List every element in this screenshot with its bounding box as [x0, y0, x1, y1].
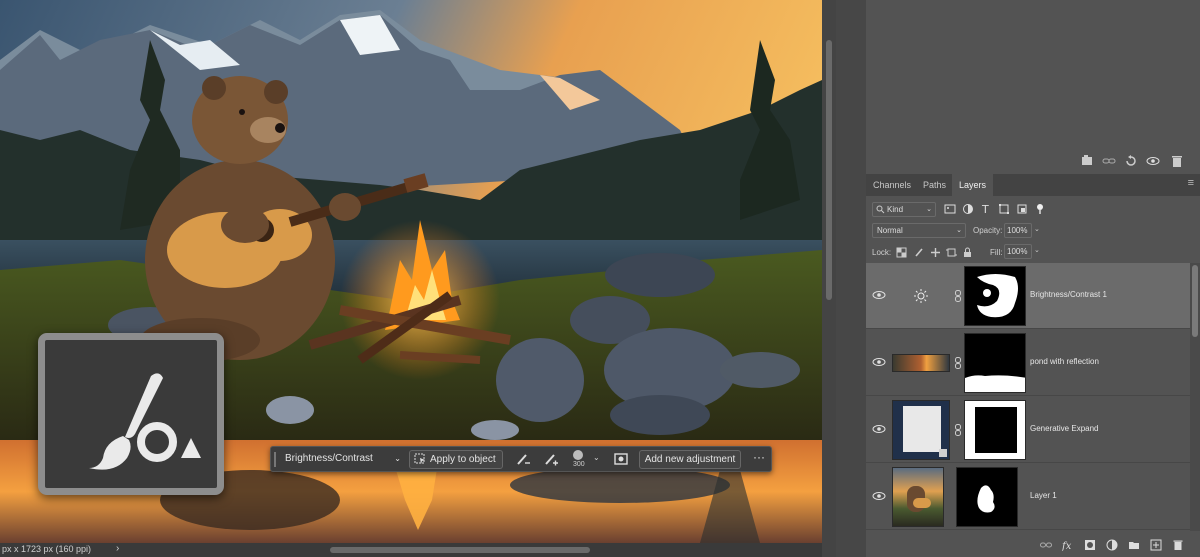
- svg-text:T: T: [981, 203, 989, 215]
- adjustment-icon[interactable]: [1106, 539, 1118, 551]
- chevron-down-icon: ⌄: [926, 206, 932, 213]
- trash-icon[interactable]: [1170, 154, 1184, 168]
- filter-pixel-icon[interactable]: [944, 203, 956, 215]
- layer-thumbnail[interactable]: [892, 400, 950, 460]
- tab-channels[interactable]: Channels: [866, 174, 918, 196]
- chevron-down-icon: ⌄: [956, 227, 962, 234]
- layer-row[interactable]: Layer 1: [866, 464, 1190, 530]
- apply-to-object-label: Apply to object: [430, 454, 496, 465]
- eye-icon[interactable]: [872, 424, 886, 434]
- eye-icon[interactable]: [872, 491, 886, 501]
- mask-icon[interactable]: [1084, 539, 1096, 551]
- document-size-status: px x 1723 px (160 ppi): [2, 544, 92, 554]
- filter-toggle-icon[interactable]: [1034, 203, 1046, 215]
- layers-footer-toolbar: fx: [1040, 539, 1196, 553]
- lock-artboard-icon[interactable]: [946, 247, 957, 258]
- sun-icon: [914, 289, 928, 303]
- chevron-down-icon: ⌄: [394, 454, 401, 463]
- link-icon[interactable]: [954, 357, 962, 369]
- vertical-scrollbar-track: [822, 0, 836, 557]
- add-new-adjustment-button[interactable]: Add new adjustment: [639, 450, 741, 469]
- layer-row[interactable]: pond with reflection: [866, 330, 1190, 396]
- brush-tool-logo: [38, 333, 224, 495]
- more-options-button[interactable]: ···: [751, 450, 767, 468]
- svg-text:fx: fx: [1062, 541, 1072, 551]
- filter-adjustment-icon[interactable]: [962, 203, 974, 215]
- blend-mode-select[interactable]: Normal ⌄: [872, 223, 966, 238]
- link-icon[interactable]: [954, 290, 962, 302]
- layer-row[interactable]: Generative Expand: [866, 397, 1190, 463]
- layer-mask-thumbnail[interactable]: [964, 400, 1026, 460]
- blend-mode-value: Normal: [877, 226, 903, 235]
- taskbar-grip[interactable]: [274, 452, 276, 467]
- brush-size-icon[interactable]: [571, 448, 585, 462]
- brush-add-icon[interactable]: [543, 451, 559, 467]
- link-layers-icon[interactable]: [1040, 539, 1052, 551]
- layer-name[interactable]: Generative Expand: [1030, 424, 1099, 433]
- brush-subtract-icon[interactable]: [515, 451, 531, 467]
- layer-row[interactable]: Brightness/Contrast 1: [866, 263, 1190, 329]
- lock-position-icon[interactable]: [930, 247, 941, 258]
- filter-shape-icon[interactable]: [998, 203, 1010, 215]
- upper-panel-toolbar: [1080, 154, 1192, 170]
- adjustment-type-select[interactable]: Brightness/Contrast ⌄: [281, 450, 405, 468]
- layer-name[interactable]: Brightness/Contrast 1: [1030, 290, 1107, 299]
- link-icon[interactable]: [954, 424, 962, 436]
- eye-icon[interactable]: [1146, 154, 1160, 168]
- mask-options-icon[interactable]: [613, 451, 629, 467]
- panel-tab-bar: Channels Paths Layers ≡: [866, 174, 1200, 196]
- status-expand-arrow[interactable]: ›: [116, 543, 119, 554]
- layer-name[interactable]: pond with reflection: [1030, 357, 1099, 366]
- select-object-icon: [414, 453, 425, 464]
- fill-input[interactable]: 100%: [1004, 244, 1032, 259]
- contextual-task-bar: Brightness/Contrast ⌄ Apply to object 30…: [270, 446, 772, 472]
- layer-thumbnail[interactable]: [892, 354, 950, 372]
- document-canvas[interactable]: Brightness/Contrast ⌄ Apply to object 30…: [0, 0, 822, 543]
- brush-tool-icon: [89, 373, 201, 470]
- layer-thumbnail[interactable]: [892, 467, 944, 527]
- new-layer-icon[interactable]: [1150, 539, 1162, 551]
- fx-icon[interactable]: fx: [1062, 539, 1074, 551]
- lock-all-icon[interactable]: [962, 247, 973, 258]
- lock-image-pixels-icon[interactable]: [914, 247, 925, 258]
- layer-filter-select[interactable]: Kind ⌄: [872, 202, 936, 217]
- layers-scrollbar-track: [1190, 263, 1200, 531]
- status-bar: px x 1723 px (160 ppi) ›: [0, 543, 822, 557]
- opacity-input[interactable]: 100%: [1004, 223, 1032, 238]
- filter-type-icon[interactable]: T: [980, 203, 992, 215]
- link-chain-icon[interactable]: [1102, 154, 1116, 168]
- upper-panel: [866, 0, 1200, 172]
- brush-size-value: 300: [573, 461, 585, 468]
- panel-menu-icon[interactable]: ≡: [1188, 177, 1194, 189]
- layer-mask-thumbnail[interactable]: [956, 467, 1018, 527]
- horizontal-scrollbar[interactable]: [330, 547, 590, 553]
- filter-kind-label: Kind: [887, 205, 904, 214]
- vertical-scrollbar[interactable]: [826, 40, 832, 300]
- layers-scrollbar[interactable]: [1192, 265, 1198, 337]
- trash-icon[interactable]: [1172, 539, 1184, 551]
- fill-label: Fill:: [990, 248, 1003, 257]
- lock-transparent-pixels-icon[interactable]: [896, 247, 907, 258]
- chevron-down-icon[interactable]: ⌄: [1034, 246, 1040, 254]
- panel-icon-strip: [836, 0, 866, 557]
- search-icon: [876, 205, 885, 214]
- folder-icon[interactable]: [1128, 539, 1140, 551]
- filter-smart-object-icon[interactable]: [1016, 203, 1028, 215]
- layer-mask-thumbnail[interactable]: [964, 266, 1026, 326]
- apply-to-object-button[interactable]: Apply to object: [409, 450, 503, 469]
- eye-icon[interactable]: [872, 357, 886, 367]
- lock-label: Lock:: [872, 248, 892, 257]
- layer-mask-thumbnail[interactable]: [964, 333, 1026, 393]
- tab-layers[interactable]: Layers: [952, 174, 994, 196]
- adjustment-type-value: Brightness/Contrast: [285, 453, 373, 464]
- chevron-down-icon[interactable]: ⌄: [593, 453, 600, 462]
- tab-paths[interactable]: Paths: [916, 174, 953, 196]
- opacity-label: Opacity:: [973, 226, 1003, 235]
- layer-name[interactable]: Layer 1: [1030, 491, 1057, 500]
- chevron-down-icon[interactable]: ⌄: [1034, 225, 1040, 233]
- eye-icon[interactable]: [872, 290, 886, 300]
- layers-list: Brightness/Contrast 1 pond with reflecti…: [866, 263, 1190, 531]
- snapshot-icon[interactable]: [1080, 154, 1094, 168]
- reset-icon[interactable]: [1124, 154, 1138, 168]
